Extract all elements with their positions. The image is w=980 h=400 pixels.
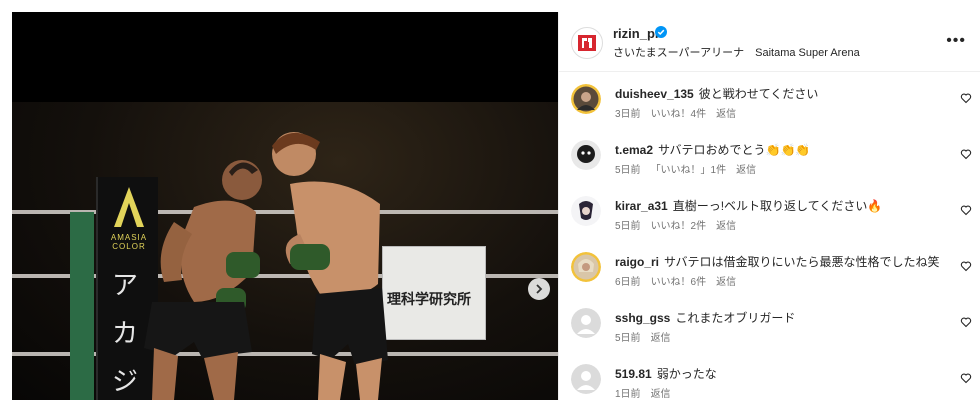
commenter-avatar[interactable]	[571, 196, 601, 226]
heart-icon[interactable]	[960, 92, 972, 104]
heart-icon[interactable]	[960, 316, 972, 328]
more-options-button[interactable]: •••	[946, 32, 966, 50]
comment-text: 彼と戦わせてください	[698, 87, 819, 101]
comment-list: duisheev_135 彼と戦わせてください 3日前 いいね！4件 返信 t.ema…	[559, 72, 980, 400]
comment-text: 弱かったな	[656, 367, 717, 381]
comment-text: サバテロおめでとう👏👏👏	[658, 143, 811, 157]
comment-item: sshg_gss これまたオブリガード 5日前 返信	[559, 296, 980, 352]
next-photo-button[interactable]	[528, 278, 550, 300]
comment-text: これまたオブリガード	[675, 311, 796, 325]
comment-text: サバテロは借金取りにいたら最悪な性格でしたね笑	[664, 255, 940, 269]
reply-button[interactable]: 返信	[716, 277, 736, 288]
sign-text: 理科学研究所	[387, 291, 471, 307]
comment-time: 5日前	[615, 165, 641, 176]
user-avatar-icon	[571, 252, 601, 282]
post-header: rizin_pr さいたまスーパーアリーナ Saitama Super Aren…	[559, 12, 980, 72]
comment-item: t.ema2 サバテロおめでとう👏👏👏 5日前 「いいね！」1件 返信	[559, 128, 980, 184]
commenter-avatar[interactable]	[571, 308, 601, 338]
comment-time: 6日前	[615, 277, 641, 288]
comment-username[interactable]: t.ema2	[615, 143, 653, 157]
fighter-right-figure	[272, 132, 388, 400]
fighter-left-figure	[144, 160, 262, 400]
comment-username[interactable]: kirar_a31	[615, 199, 668, 213]
heart-icon[interactable]	[960, 204, 972, 216]
author-avatar[interactable]	[571, 27, 603, 59]
comment-item: duisheev_135 彼と戦わせてください 3日前 いいね！4件 返信	[559, 72, 980, 128]
reply-button[interactable]: 返信	[651, 389, 671, 400]
comment-time: 1日前	[615, 389, 641, 400]
sponsor-sign: 理科学研究所	[382, 246, 486, 340]
post-location[interactable]: さいたまスーパーアリーナ Saitama Super Arena	[613, 44, 860, 60]
user-avatar-icon	[571, 140, 601, 170]
comment-username[interactable]: raigo_ri	[615, 255, 659, 269]
post-sidebar: rizin_pr さいたまスーパーアリーナ Saitama Super Aren…	[558, 12, 980, 400]
heart-icon[interactable]	[960, 260, 972, 272]
ring-post	[70, 212, 94, 400]
comment-username[interactable]: duisheev_135	[615, 87, 694, 101]
comment-time: 5日前	[615, 221, 641, 232]
commenter-avatar[interactable]	[571, 140, 601, 170]
heart-icon[interactable]	[960, 148, 972, 160]
reply-button[interactable]: 返信	[716, 109, 736, 120]
reply-button[interactable]: 返信	[736, 165, 756, 176]
verified-badge-icon	[655, 26, 667, 38]
comment-text: 直樹ーっ!ベルト取り返してください🔥	[672, 199, 883, 213]
reply-button[interactable]: 返信	[716, 221, 736, 232]
comment-likes[interactable]: いいね！6件	[651, 277, 707, 288]
commenter-avatar[interactable]	[571, 364, 601, 394]
comment-username[interactable]: sshg_gss	[615, 311, 670, 325]
comment-username[interactable]: 519.81	[615, 367, 652, 381]
comment-likes[interactable]: いいね！2件	[651, 221, 707, 232]
user-avatar-icon	[571, 196, 601, 226]
commenter-avatar[interactable]	[571, 84, 601, 114]
reply-button[interactable]: 返信	[651, 333, 671, 344]
comment-time: 3日前	[615, 109, 641, 120]
heart-icon[interactable]	[960, 372, 972, 384]
default-avatar-icon	[571, 364, 601, 394]
chevron-right-icon	[536, 284, 543, 294]
post-photo[interactable]: AMASIA COLOR アカジ 理科学研究所	[12, 12, 558, 400]
comment-item: raigo_ri サバテロは借金取りにいたら最悪な性格でしたね笑 6日前 いいね！6…	[559, 240, 980, 296]
comment-item: 519.81 弱かったな 1日前 返信	[559, 352, 980, 400]
author-username[interactable]: rizin_pr	[613, 26, 660, 41]
commenter-avatar[interactable]	[571, 252, 601, 282]
comment-likes[interactable]: いいね！4件	[651, 109, 707, 120]
comment-likes[interactable]: 「いいね！」1件	[651, 165, 727, 176]
comment-time: 5日前	[615, 333, 641, 344]
default-avatar-icon	[571, 308, 601, 338]
rizin-logo-icon	[578, 35, 596, 51]
comment-item: kirar_a31 直樹ーっ!ベルト取り返してください🔥 5日前 いいね！2件 返信	[559, 184, 980, 240]
user-avatar-icon	[571, 84, 601, 114]
